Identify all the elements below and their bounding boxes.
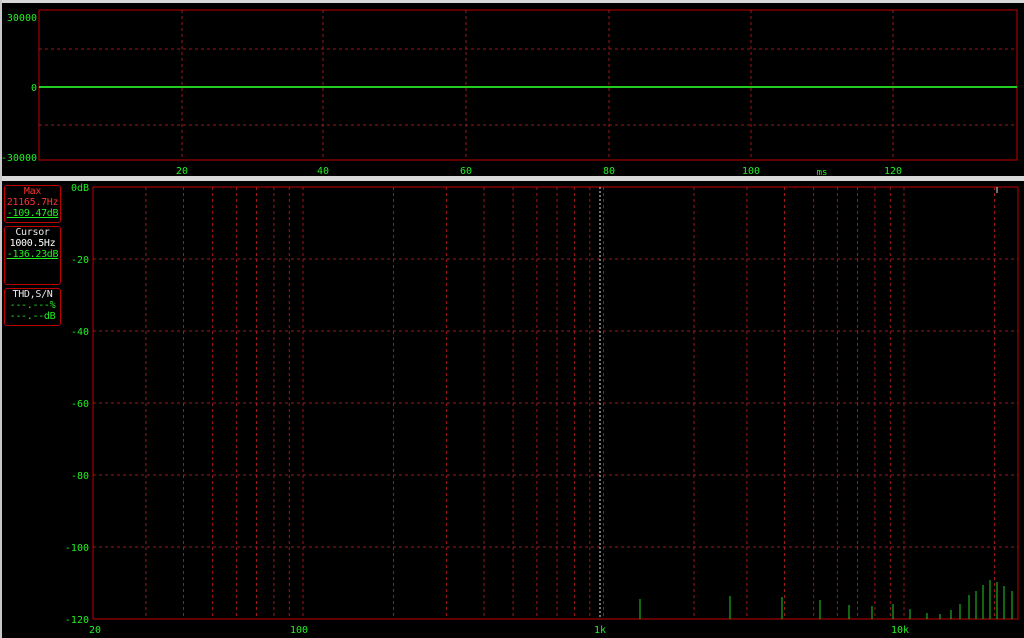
spectrum-x-tick: 20 (89, 625, 101, 636)
spectrum-plot[interactable]: 0dB -20 -40 -60 -80 -100 -120 20 100 1k … (0, 181, 1024, 638)
waveform-y-tick-bottom: -30000 (1, 153, 37, 164)
waveform-x-unit: ms (817, 168, 828, 176)
waveform-x-tick: 120 (884, 166, 902, 176)
spectrum-y-tick: 0dB (71, 183, 89, 194)
max-readout-level: -109.47dB (6, 208, 59, 219)
thd-readout-percent: ---.---% (9, 300, 56, 311)
waveform-y-tick-zero: 0 (31, 83, 37, 94)
thd-readout-box[interactable]: THD,S/N ---.---% ---.--dB (4, 288, 61, 326)
spectrum-y-tick: -60 (71, 399, 89, 410)
waveform-x-tick: 80 (603, 166, 615, 176)
spectrum-y-tick: -100 (65, 543, 89, 554)
waveform-plot[interactable]: 30000 0 -30000 20 40 60 80 100 120 ms (0, 3, 1024, 176)
max-readout-frequency: 21165.7Hz (6, 197, 59, 208)
cursor-readout-level: -136.23dB (6, 249, 59, 260)
waveform-x-tick: 20 (176, 166, 188, 176)
spectrum-y-tick: -80 (71, 471, 89, 482)
waveform-x-tick: 100 (742, 166, 760, 176)
cursor-readout-title: Cursor (15, 227, 50, 238)
waveform-x-tick: 60 (460, 166, 472, 176)
spectrum-y-tick: -20 (71, 255, 89, 266)
waveform-x-tick: 40 (317, 166, 329, 176)
spectrum-x-tick: 10k (891, 625, 909, 636)
waveform-y-tick-top: 30000 (7, 13, 37, 24)
spectrum-x-tick: 1k (594, 625, 606, 636)
max-readout-box[interactable]: Max 21165.7Hz -109.47dB (4, 185, 61, 223)
cursor-readout-box[interactable]: Cursor 1000.5Hz -136.23dB (4, 226, 61, 285)
spectrum-y-tick: -120 (65, 615, 89, 626)
thd-readout-db: ---.--dB (9, 311, 56, 322)
waveform-plot-area (38, 9, 1018, 161)
max-readout-title: Max (23, 186, 42, 197)
thd-readout-title: THD,S/N (12, 289, 53, 300)
cursor-readout-frequency: 1000.5Hz (9, 238, 56, 249)
spectrum-y-tick: -40 (71, 327, 89, 338)
spectrum-x-tick: 100 (290, 625, 308, 636)
